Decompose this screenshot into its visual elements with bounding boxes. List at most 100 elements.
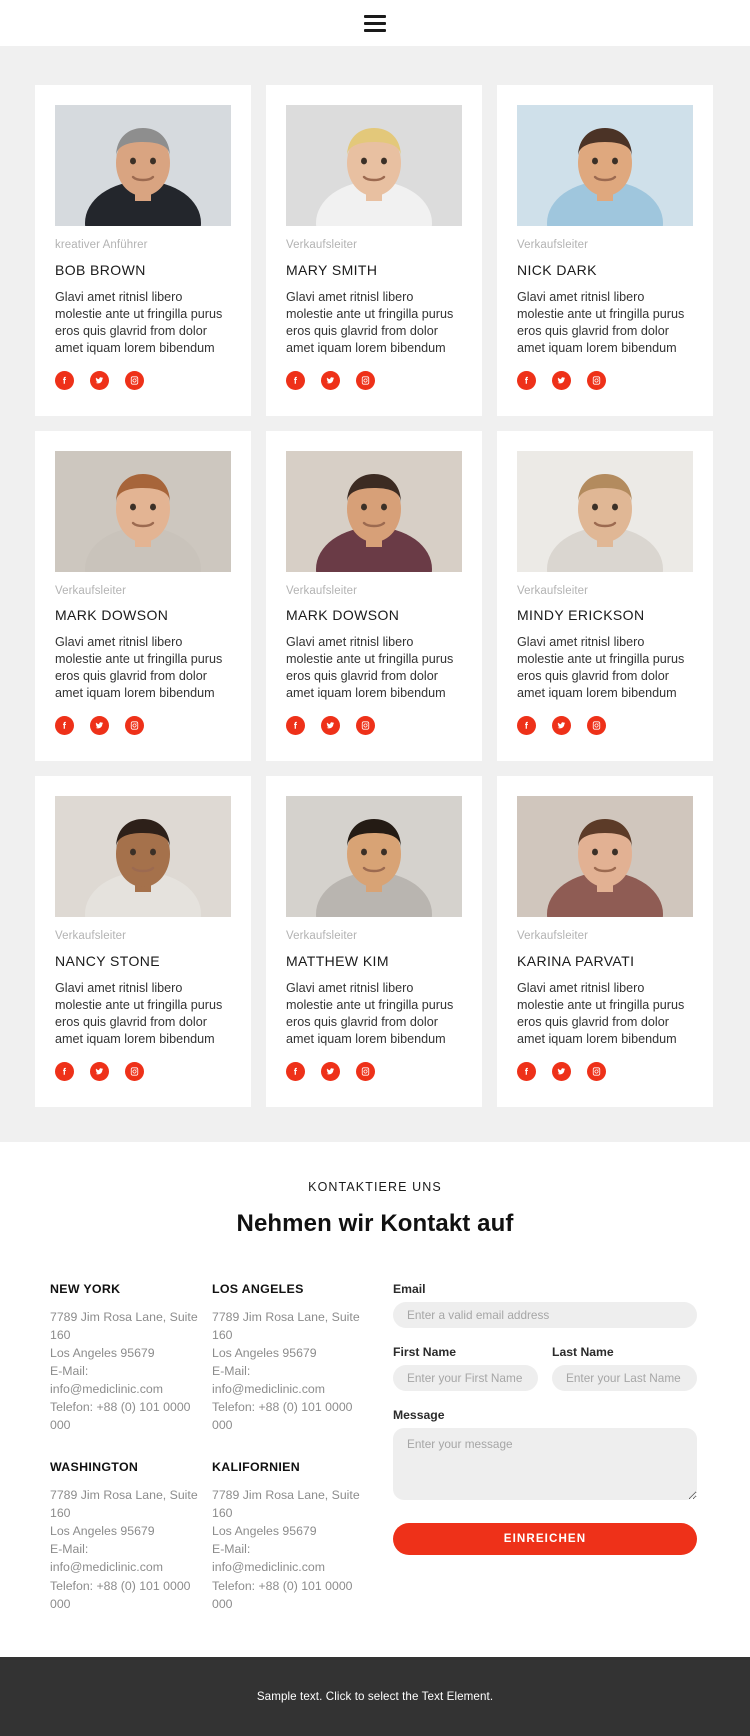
member-photo [55,796,231,918]
office-email: E-Mail: info@mediclinic.com [50,1542,163,1575]
member-social-links [286,716,462,736]
member-photo [517,105,693,226]
member-description: Glavi amet ritnisl libero molestie ante … [286,289,454,355]
office-details: 7789 Jim Rosa Lane, Suite 160 Los Angele… [212,1486,362,1612]
member-name: MATTHEW KIM [286,952,389,969]
instagram-icon[interactable] [356,370,375,390]
office-email: E-Mail: info@mediclinic.com [50,1363,163,1397]
hamburger-bar [364,21,386,25]
office-phone: Telefon: +88 (0) 101 0000 000 [212,1578,353,1611]
office-locality: Los Angeles 95679 [50,1524,155,1539]
member-description: Glavi amet ritnisl libero molestie ante … [55,289,223,355]
instagram-icon[interactable] [587,370,606,390]
office-email: E-Mail: info@mediclinic.com [212,1363,325,1397]
member-description: Glavi amet ritnisl libero molestie ante … [517,289,685,355]
twitter-icon[interactable] [321,1061,340,1081]
member-role: Verkaufsleiter [286,584,358,597]
hamburger-bar [364,14,386,18]
contact-eyebrow: KONTAKTIERE UNS [308,1179,442,1194]
member-name: KARINA PARVATI [517,952,635,969]
office-locality: Los Angeles 95679 [212,1524,317,1539]
member-name: NANCY STONE [55,952,161,969]
facebook-icon[interactable] [517,370,536,390]
facebook-icon[interactable] [286,1061,305,1081]
twitter-icon[interactable] [552,716,571,736]
member-photo [55,450,231,572]
office-city: WASHINGTON [50,1460,139,1475]
instagram-icon[interactable] [356,716,375,736]
office-phone: Telefon: +88 (0) 101 0000 000 [50,1578,191,1611]
team-member-card: Verkaufsleiter MATTHEW KIM Glavi amet ri… [266,776,482,1107]
team-section: kreativer Anführer BOB BROWN Glavi amet … [0,46,750,1142]
member-photo [517,450,693,572]
facebook-icon[interactable] [517,1061,536,1081]
message-field[interactable] [393,1427,697,1500]
member-social-links [286,370,462,390]
office-phone: Telefon: +88 (0) 101 0000 000 [50,1400,191,1433]
member-role: Verkaufsleiter [517,239,589,251]
member-name: MARK DOWSON [286,607,400,624]
first-name-field[interactable] [393,1364,538,1391]
site-header [0,0,750,46]
team-member-card: Verkaufsleiter MARY SMITH Glavi amet rit… [266,85,482,416]
instagram-icon[interactable] [125,716,144,736]
office-locality: Los Angeles 95679 [50,1345,155,1360]
twitter-icon[interactable] [321,716,340,736]
member-role: Verkaufsleiter [55,930,127,943]
twitter-icon[interactable] [90,370,109,390]
footer-text: Sample text. Click to select the Text El… [256,1689,494,1703]
twitter-icon[interactable] [552,370,571,390]
facebook-icon[interactable] [286,716,305,736]
hamburger-bar [364,28,386,32]
message-label: Message [393,1407,445,1422]
member-photo [55,105,231,226]
instagram-icon[interactable] [125,1061,144,1081]
twitter-icon[interactable] [90,716,109,736]
office-street: 7789 Jim Rosa Lane, Suite 160 [50,1488,198,1521]
member-role: Verkaufsleiter [286,930,358,943]
instagram-icon[interactable] [125,370,144,390]
team-member-card: kreativer Anführer BOB BROWN Glavi amet … [35,85,251,416]
contact-body: NEW YORK 7789 Jim Rosa Lane, Suite 160 L… [50,1282,700,1613]
member-name: BOB BROWN [55,261,146,278]
contact-form: Email First Name Last Name Message EINRE… [393,1282,697,1555]
member-role: Verkaufsleiter [286,239,358,251]
email-field[interactable] [393,1301,697,1328]
office-city: NEW YORK [50,1281,121,1296]
office-address: NEW YORK 7789 Jim Rosa Lane, Suite 160 L… [50,1282,212,1434]
facebook-icon[interactable] [286,370,305,390]
member-photo [286,796,462,918]
office-street: 7789 Jim Rosa Lane, Suite 160 [212,1488,360,1521]
last-name-field-group: Last Name [552,1345,697,1391]
instagram-icon[interactable] [356,1061,375,1081]
instagram-icon[interactable] [587,1061,606,1081]
office-details: 7789 Jim Rosa Lane, Suite 160 Los Angele… [50,1308,200,1434]
facebook-icon[interactable] [55,1061,74,1081]
name-field-row: First Name Last Name [393,1345,697,1391]
facebook-icon[interactable] [55,716,74,736]
team-member-card: Verkaufsleiter NICK DARK Glavi amet ritn… [497,85,713,416]
team-member-card: Verkaufsleiter KARINA PARVATI Glavi amet… [497,776,713,1107]
member-description: Glavi amet ritnisl libero molestie ante … [286,980,454,1046]
office-city: LOS ANGELES [212,1281,304,1296]
twitter-icon[interactable] [552,1061,571,1081]
member-description: Glavi amet ritnisl libero molestie ante … [517,635,685,701]
member-name: MARY SMITH [286,261,378,278]
instagram-icon[interactable] [587,716,606,736]
email-label: Email [393,1281,426,1296]
member-name: NICK DARK [517,261,597,278]
member-photo [517,796,693,918]
page-title: Nehmen wir Kontakt auf [236,1209,514,1237]
facebook-icon[interactable] [517,716,536,736]
office-address: LOS ANGELES 7789 Jim Rosa Lane, Suite 16… [212,1282,374,1434]
twitter-icon[interactable] [321,370,340,390]
twitter-icon[interactable] [90,1061,109,1081]
submit-button[interactable]: EINREICHEN [393,1522,697,1555]
member-social-links [286,1061,462,1081]
last-name-field[interactable] [552,1364,697,1391]
member-description: Glavi amet ritnisl libero molestie ante … [286,635,454,701]
hamburger-icon[interactable] [364,14,386,32]
facebook-icon[interactable] [55,370,74,390]
member-social-links [55,1061,231,1081]
member-photo [286,450,462,572]
